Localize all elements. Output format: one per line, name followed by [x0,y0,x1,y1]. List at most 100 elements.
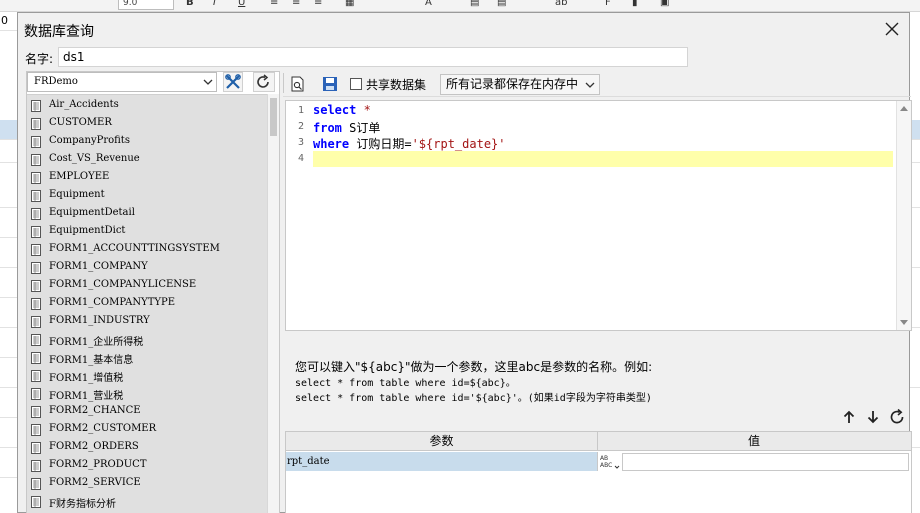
save-query-button[interactable] [321,75,339,93]
list-item[interactable]: FORM2_PRODUCT [27,457,267,475]
preview-button[interactable] [289,75,307,93]
scroll-up-icon[interactable] [900,105,908,111]
list-item[interactable]: FORM1_ACCOUNTTINGSYSTEM [27,241,267,259]
refresh-icon [257,74,269,88]
preview-icon [291,76,304,92]
sql-line-2[interactable]: from S订单 [313,119,380,135]
table-name: FORM2_SERVICE [49,477,141,488]
list-item[interactable]: Equipment [27,187,267,205]
align-right-icon[interactable]: ≡ [314,0,322,8]
scrollbar-thumb[interactable] [270,98,277,136]
query-panel: 共享数据集 所有记录都保存在内存中 1 2 3 4 select * from … [283,71,912,513]
merge-icon[interactable]: ▤ [470,0,479,8]
list-item[interactable]: EquipmentDetail [27,205,267,223]
list-item[interactable]: FORM1_COMPANY [27,259,267,277]
table-icon [31,478,41,490]
table-name: FORM2_CUSTOMER [49,423,157,434]
table-name: FORM1_营业税 [49,391,124,402]
name-input[interactable]: ds1 [58,47,688,67]
table-icon [31,262,41,274]
table-name: FORM2_ORDERS [49,441,139,452]
datasource-select[interactable]: FRDemo [27,72,217,92]
list-item[interactable]: Cost_VS_Revenue [27,151,267,169]
move-down-button[interactable] [864,408,882,426]
editor-scrollbar[interactable] [896,101,911,330]
sql-line-3[interactable]: where 订购日期='${rpt_date}' [313,135,506,151]
share-dataset-label: 共享数据集 [366,78,427,92]
connection-settings-button[interactable] [223,72,243,92]
table-icon [31,280,41,292]
align-center-icon[interactable]: ≡ [292,0,300,8]
list-item[interactable]: FORM1_COMPANYLICENSE [27,277,267,295]
move-up-button[interactable] [840,408,858,426]
refresh-tables-button[interactable] [253,72,275,92]
list-item[interactable]: CompanyProfits [27,133,267,151]
list-item[interactable]: FORM1_COMPANYTYPE [27,295,267,313]
list-item[interactable]: FORM1_增值税 [27,367,267,385]
table-icon [31,388,41,400]
list-item[interactable]: FORM1_INDUSTRY [27,313,267,331]
table-list-scrollbar[interactable] [267,94,279,513]
unmerge-icon[interactable]: ▤ [497,0,506,8]
list-item[interactable]: EMPLOYEE [27,169,267,187]
value-type-button[interactable]: A B ABC [599,452,621,471]
formula-icon[interactable]: F [605,0,611,8]
chart-icon[interactable]: ▮ [632,0,638,8]
list-item[interactable]: FORM2_CUSTOMER [27,421,267,439]
list-item[interactable]: FORM1_营业税 [27,385,267,403]
refresh-params-button[interactable] [888,408,906,426]
list-item[interactable]: F财务指标分析 [27,493,267,511]
scroll-down-icon[interactable] [900,320,908,326]
sql-text: S订单 [341,121,381,135]
svg-text:ABC: ABC [600,462,612,469]
bold-icon[interactable]: B [186,0,194,8]
font-size-field[interactable]: 9.0 [118,0,174,10]
line-number: 4 [297,153,304,164]
table-browser: FRDemo Air_Accidents CUSTOMER CompanyProfi… [26,71,280,513]
table-icon [31,136,41,148]
list-item[interactable]: FORM2_CHANCE [27,403,267,421]
sql-editor[interactable]: 1 2 3 4 select * from S订单 where 订购日期='${… [285,100,912,331]
table-name: FORM1_增值税 [49,373,124,384]
align-left-icon[interactable]: ≡ [270,0,278,8]
datasource-value: FRDemo [34,76,78,87]
param-column-header: 参数 [286,432,598,451]
current-line-highlight [313,151,893,167]
arrow-up-icon [843,410,855,423]
table-name: FORM1_基本信息 [49,355,134,366]
image-icon[interactable]: ▣ [660,0,669,8]
italic-icon[interactable]: I [213,0,216,8]
sql-line-1[interactable]: select * [313,103,371,119]
list-item[interactable]: EquipmentDict [27,223,267,241]
table-row[interactable]: rpt_date A B ABC [286,452,911,471]
memory-mode-select[interactable]: 所有记录都保存在内存中 [440,74,600,95]
text-icon[interactable]: ab [555,0,567,8]
list-item[interactable]: FORM2_SERVICE [27,475,267,493]
tools-icon [225,74,241,89]
table-icon [31,496,41,508]
refresh-icon [890,408,904,424]
list-item[interactable]: FORM1_企业所得税 [27,331,267,349]
list-item[interactable]: Air_Accidents [27,97,267,115]
list-item[interactable]: CUSTOMER [27,115,267,133]
param-name-cell[interactable]: rpt_date [286,452,598,471]
font-color-icon[interactable]: A [425,0,432,8]
param-value-input[interactable] [622,453,909,471]
list-item[interactable]: FORM1_基本信息 [27,349,267,367]
table-list[interactable]: Air_Accidents CUSTOMER CompanyProfits Cost_… [27,94,267,513]
underline-icon[interactable]: U [238,0,245,8]
list-item[interactable]: FORM2_ORDERS [27,439,267,457]
sql-string: '${rpt_date}' [411,137,506,151]
hint-example-1: select * from table where id=${abc}。 [295,378,516,389]
table-name: EquipmentDetail [49,207,135,218]
sql-keyword: select [313,103,357,117]
border-icon[interactable]: ▦ [345,0,354,8]
table-name: EMPLOYEE [49,171,110,182]
table-name: FORM2_PRODUCT [49,459,147,470]
table-icon [31,424,41,436]
share-dataset-checkbox[interactable] [350,78,362,90]
sql-keyword: from [313,121,342,135]
close-button[interactable] [881,18,903,40]
table-icon [31,172,41,184]
table-name: FORM1_COMPANYLICENSE [49,279,197,290]
